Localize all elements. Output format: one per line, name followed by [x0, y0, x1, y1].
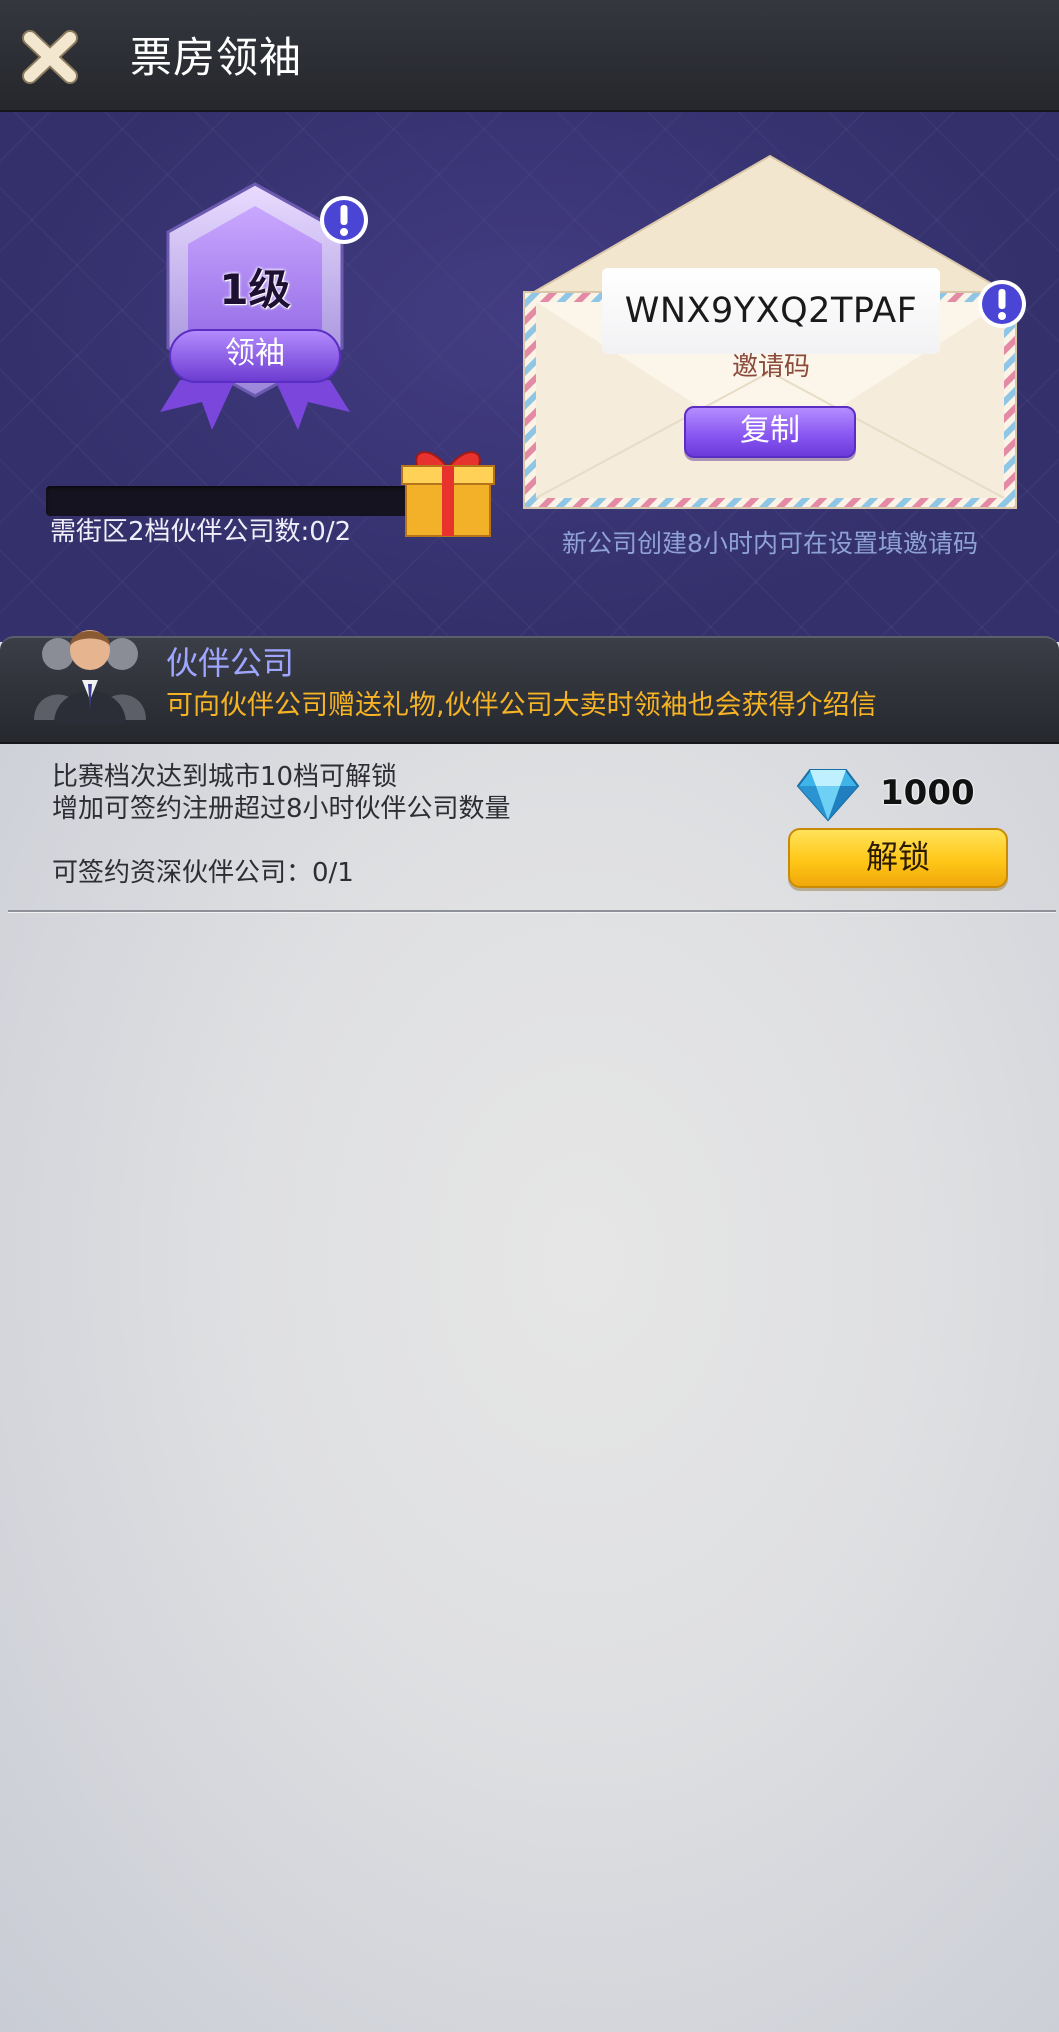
top-bar: 票房领袖: [0, 0, 1059, 112]
partner-section-title: 伙伴公司: [166, 644, 295, 682]
partner-section-description: 可向伙伴公司赠送礼物,伙伴公司大卖时领袖也会获得介绍信: [166, 690, 877, 721]
copy-button[interactable]: 复制: [684, 406, 856, 458]
unlock-cost: 1000: [880, 773, 975, 813]
unlock-benefit: 增加可签约注册超过8小时伙伴公司数量: [52, 794, 511, 824]
leader-rank-name: 领袖: [225, 336, 285, 371]
gift-button[interactable]: [400, 440, 496, 540]
invite-info-button[interactable]: [976, 278, 1028, 330]
diamond-icon: [796, 769, 860, 822]
gift-icon: [401, 451, 495, 537]
close-button[interactable]: [18, 26, 82, 88]
invite-code: WNX9YXQ2TPAF: [624, 291, 918, 331]
leader-level: 1级: [219, 265, 291, 314]
unlock-button[interactable]: 解锁: [788, 828, 1008, 888]
partner-people-icon: [34, 630, 146, 724]
invite-code-label: 邀请码: [731, 352, 810, 382]
invite-hint: 新公司创建8小时内可在设置填邀请码: [562, 529, 978, 558]
info-icon: [320, 196, 368, 244]
content-area: [0, 744, 1059, 2032]
close-icon: [22, 30, 78, 84]
partner-progress-text: 需街区2档伙伴公司数:0/2: [50, 517, 352, 547]
partner-progress-bar: [46, 486, 416, 516]
unlock-condition: 比赛档次达到城市10档可解锁: [52, 762, 398, 792]
senior-partner-count: 可签约资深伙伴公司：0/1: [52, 858, 354, 888]
page-title: 票房领袖: [130, 33, 303, 82]
info-icon: [978, 280, 1026, 328]
row-divider: [8, 910, 1056, 912]
leader-info-button[interactable]: [318, 194, 370, 246]
